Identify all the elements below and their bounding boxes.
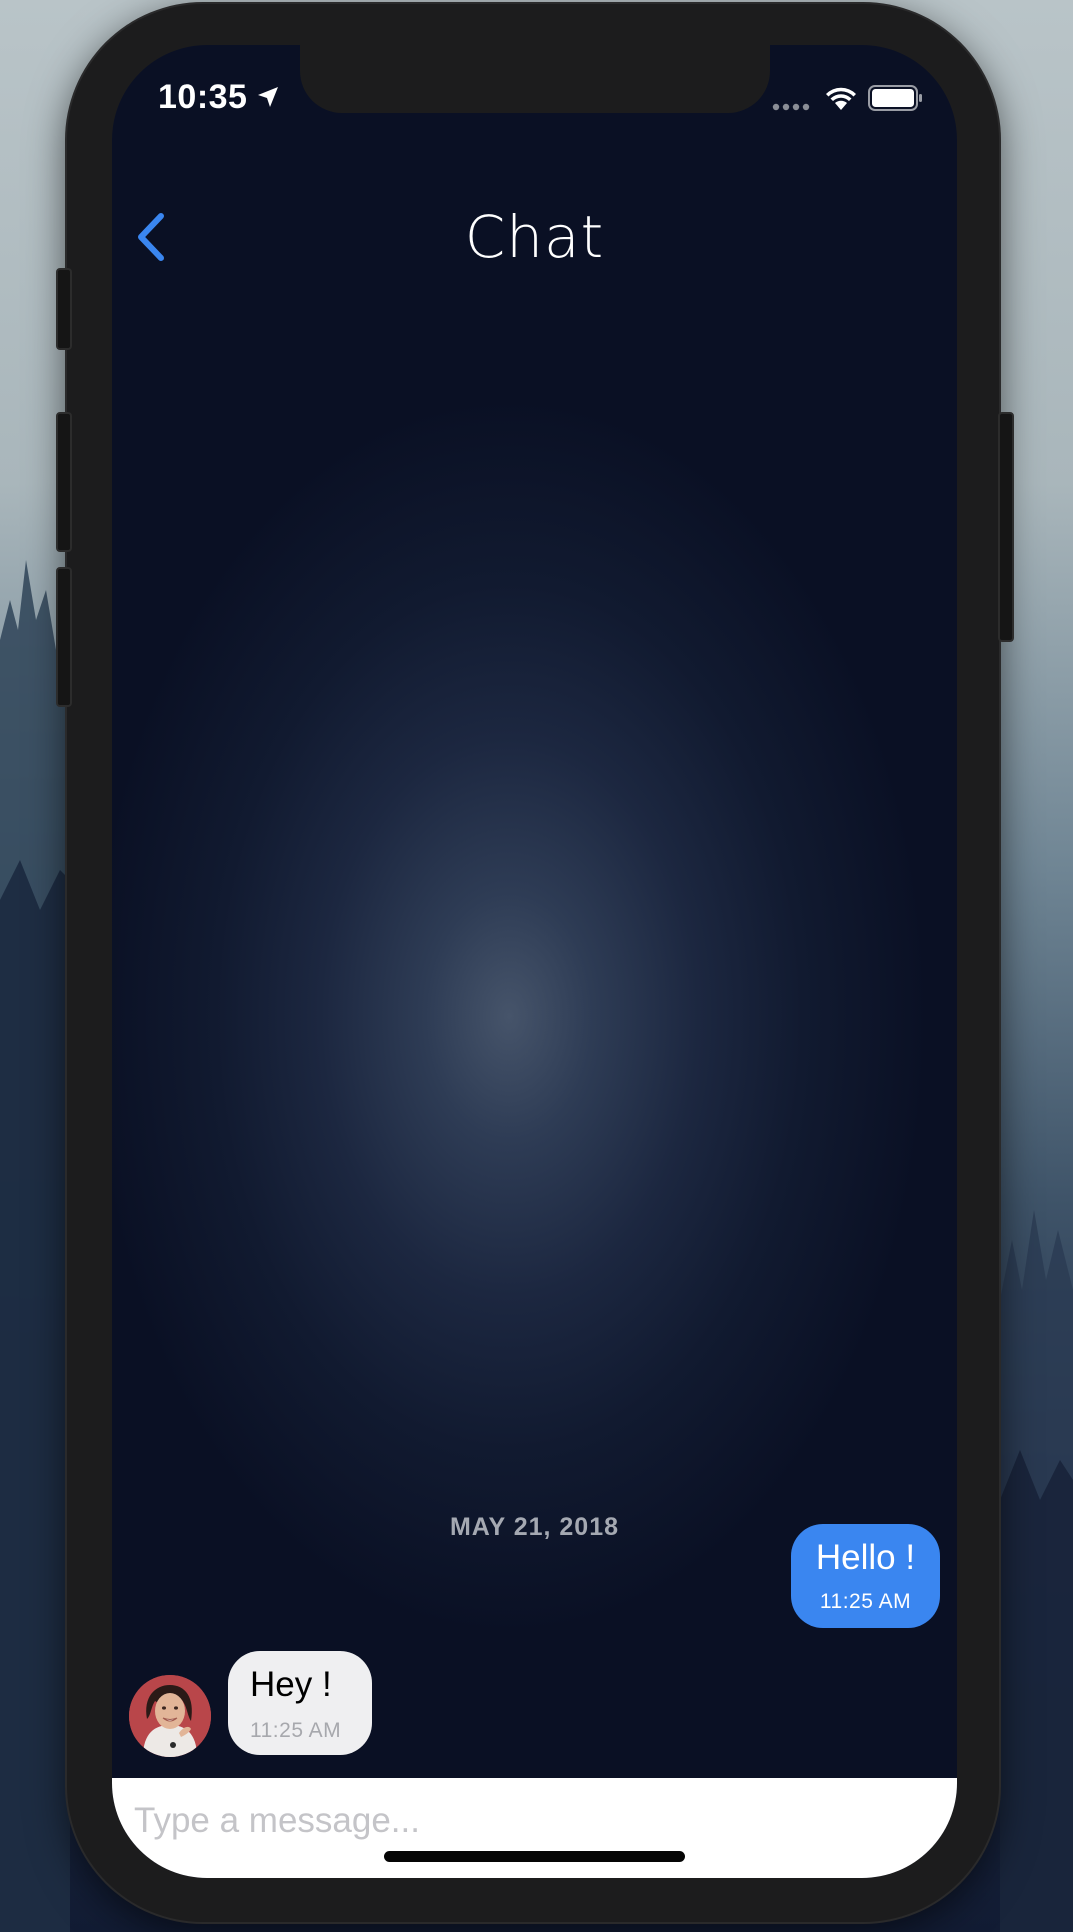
volume-up-button: [56, 412, 72, 552]
avatar[interactable]: [129, 1675, 211, 1757]
message-input[interactable]: [134, 1796, 914, 1846]
message-text: Hey !: [250, 1665, 332, 1704]
outgoing-message-bubble[interactable]: Hello ! 11:25 AM: [791, 1524, 940, 1628]
wifi-icon: [826, 87, 856, 110]
message-text: Hello !: [815, 1538, 916, 1577]
phone-screen: 10:35 Chat MAY 21, 2018 Hello ! 11:25 AM…: [112, 45, 957, 1878]
home-indicator[interactable]: [384, 1851, 685, 1862]
status-time: 10:35: [158, 78, 248, 116]
avatar-photo: [129, 1675, 211, 1757]
notch: [300, 45, 770, 113]
mute-switch: [56, 268, 72, 350]
signal-icon: [772, 103, 810, 111]
message-timestamp: 11:25 AM: [819, 1590, 912, 1613]
location-arrow-icon: [258, 87, 278, 107]
power-button: [998, 412, 1014, 642]
message-composer: [112, 1778, 957, 1878]
navigation-bar: Chat: [112, 185, 957, 295]
volume-down-button: [56, 567, 72, 707]
page-title: Chat: [464, 203, 605, 271]
message-timestamp: 11:25 AM: [250, 1719, 342, 1742]
battery-icon: [868, 85, 922, 111]
incoming-message-bubble[interactable]: Hey ! 11:25 AM: [228, 1651, 372, 1755]
